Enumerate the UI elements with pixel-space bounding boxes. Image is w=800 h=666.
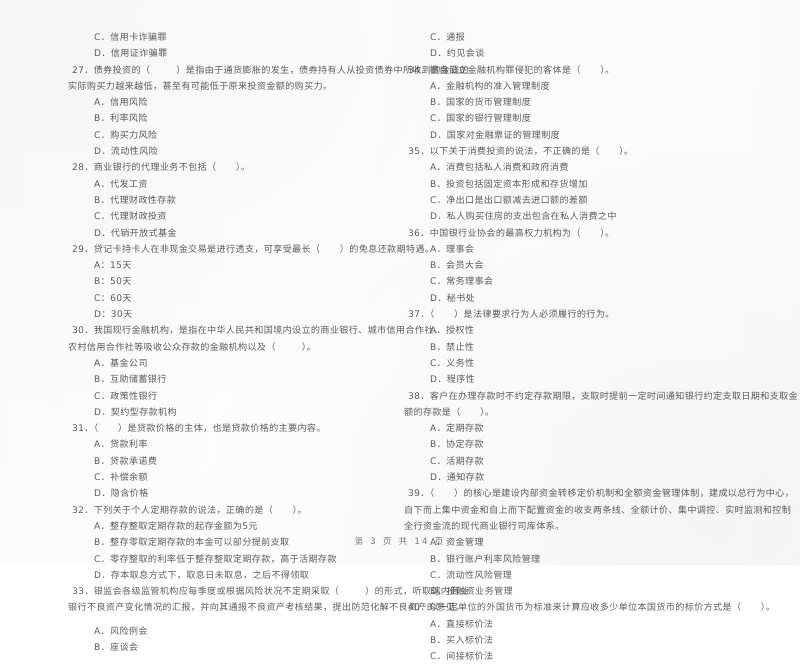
answer-option: A．风险例会: [94, 626, 148, 637]
question-stem: 28．商业银行的代理业务不包括（ ）。: [72, 163, 251, 174]
page-footer: 第 3 页 共 14 页: [354, 537, 446, 547]
answer-option: D．流动性风险: [94, 147, 159, 158]
answer-option: C．间接标价法: [430, 652, 494, 663]
answer-option: D．国家对金融票证的管理制度: [430, 130, 561, 141]
answer-option: B．投资包括固定资本形成和存货增加: [430, 179, 588, 190]
answer-option: C．政策性银行: [94, 391, 158, 402]
question-stem: 27．债券投资的（ ）是指由于通货膨胀的发生，债券持有人从投资债券中所收到的金钱…: [72, 65, 470, 76]
question-stem: 33．银监会各级监管机构应每季度或根据风险状况不定期采取（ ）的形式，听取辖内商…: [72, 587, 470, 598]
answer-option: B．禁止性: [430, 342, 475, 353]
answer-option: C．净出口是出口额减去进口额的差额: [430, 195, 588, 206]
answer-option: B．互助储蓄银行: [94, 375, 167, 386]
answer-option: C．义务性: [430, 358, 475, 369]
answer-option: A．信用风险: [94, 98, 148, 109]
answer-option: D．秘书处: [430, 293, 476, 304]
answer-option: C．流动性风险管理: [430, 570, 513, 581]
question-stem: 39．（ ）的核心是建设内部资金转移定价机制和全额资金管理体制，建成以总行为中心…: [408, 489, 795, 500]
question-stem-continuation: 自下而上集中资金和自上而下配置资金的收支两条线、全额计价、集中调控、实时监测和控…: [404, 505, 792, 516]
answer-option: B．贷款承诺费: [94, 456, 158, 467]
answer-option: B．会员大会: [430, 261, 484, 272]
answer-option: D．隐含价格: [94, 489, 149, 500]
answer-option: A．定期存款: [430, 424, 484, 435]
question-stem: 30．我国现行金融机构，是指在中华人民共和国境内设立的商业银行、城市信用合作社、: [72, 326, 444, 337]
answer-option: D．契约型存款机构: [94, 407, 177, 418]
answer-option: D．程序性: [430, 375, 476, 386]
answer-option: C．国家的银行管理制度: [430, 114, 532, 125]
question-stem: 40．以一定单位的外国货币为标准来计算应收多少单位本国货币的标价方式是（ ）。: [408, 603, 776, 614]
answer-option: B．协定存款: [430, 440, 484, 451]
question-stem: 29．贷记卡持卡人在非现金交易是进行透支，可享受最长（ ）的免息还款期特遇。: [72, 244, 435, 255]
answer-option: B．利率风险: [94, 114, 148, 125]
answer-option: A．基金公司: [94, 358, 148, 369]
question-stem: 32．下列关于个人定期存款的说法，正确的是（ ）。: [72, 505, 307, 516]
question-stem-continuation: 实际购买力越来越低，甚至有可能低于原来投资金额的购买力。: [68, 81, 333, 92]
question-column-left: C．信用卡诈骗罪 D．信用证诈骗罪 27．债券投资的（ ）是指由于通货膨胀的发生，债…: [0, 30, 470, 653]
question-column-right: C．通报 D．约见会谈 34．擅自设立金融机构罪侵犯的客体是（ ）。 A．金融机构的准…: [400, 30, 800, 662]
answer-option: A．整存整取定期存款的起存金额为5元: [94, 521, 258, 532]
answer-option: A．授权性: [430, 326, 475, 337]
answer-option: C．购买力风险: [94, 130, 158, 141]
answer-option: C．常务理事会: [430, 277, 494, 288]
question-stem-continuation: 银行不良资产变化情况的汇报，并向其通报不良资产考核结果，提出防范化解不良资产的意…: [68, 603, 465, 614]
answer-option: D．约见会谈: [430, 49, 485, 60]
answer-option: D．代销开放式基金: [94, 228, 177, 239]
question-stem-continuation: 额的存款是（ ）。: [404, 407, 495, 418]
answer-option: D．信用证诈骗罪: [94, 49, 168, 60]
answer-option: A：15天: [94, 261, 132, 272]
answer-option: C．补偿余额: [94, 473, 148, 484]
question-stem: 37．（ ）是法律要求行为人必须履行的行为。: [408, 310, 615, 321]
answer-option: A．消费包括私人消费和政府消费: [430, 163, 569, 174]
question-stem: 31．（ ）是贷款价格的主体，也是贷款价格的主要内容。: [72, 424, 326, 435]
answer-option: A．理事会: [430, 244, 475, 255]
answer-option: B．买入标价法: [430, 635, 494, 646]
answer-option: A．金融机构的准入管理制度: [430, 81, 550, 92]
answer-option: D．存本取息方式下，取息日未取息，之后不得领取: [94, 570, 310, 581]
answer-option: A．代发工资: [94, 179, 148, 190]
answer-option: B．银行账户利率风险管理: [430, 554, 541, 565]
answer-option: A．直接标价法: [430, 619, 494, 630]
answer-option: D．通知存款: [430, 473, 485, 484]
answer-option: C．代理财政投资: [94, 212, 167, 223]
answer-option: D．投融资业务管理: [430, 587, 513, 598]
answer-option: D：30天: [94, 310, 133, 321]
answer-option: C．活期存款: [430, 456, 484, 467]
answer-option: C．零存整取的利率低于整存整取定期存款，高于活期存款: [94, 554, 337, 565]
answer-option: B．代理财政性存款: [94, 195, 177, 206]
answer-option: B：50天: [94, 277, 132, 288]
answer-option: D．私人购买住房的支出包含在私人消费之中: [430, 212, 617, 223]
two-column-body: C．信用卡诈骗罪 D．信用证诈骗罪 27．债券投资的（ ）是指由于通货膨胀的发生，债…: [0, 30, 800, 662]
answer-option: B．座谈会: [94, 642, 139, 653]
question-stem-continuation: 全行资金流的现代商业银行司库体系。: [404, 521, 565, 532]
question-stem: 34．擅自设立金融机构罪侵犯的客体是（ ）。: [408, 65, 615, 76]
answer-option: A．贷款利率: [94, 440, 148, 451]
answer-option: B．国家的货币管理制度: [430, 98, 532, 109]
answer-option: C．信用卡诈骗罪: [94, 33, 167, 43]
answer-option: C：60天: [94, 293, 132, 304]
question-stem: 36．中国银行业协会的最高权力机构为（ ）。: [408, 228, 615, 239]
answer-option: C．通报: [430, 33, 466, 43]
question-stem: 38．客户在办理存款时不约定存款期限，支取时提前一定时间通知银行约定支取日期和支…: [408, 391, 799, 402]
scanned-page: C．信用卡诈骗罪 D．信用证诈骗罪 27．债券投资的（ ）是指由于通货膨胀的发生，债…: [0, 0, 800, 662]
question-stem: 35．以下关于消费投资的说法，不正确的是（ ）。: [408, 147, 634, 158]
question-stem-continuation: 农村信用合作社等吸收公众存款的金融机构以及（ ）。: [68, 342, 317, 353]
